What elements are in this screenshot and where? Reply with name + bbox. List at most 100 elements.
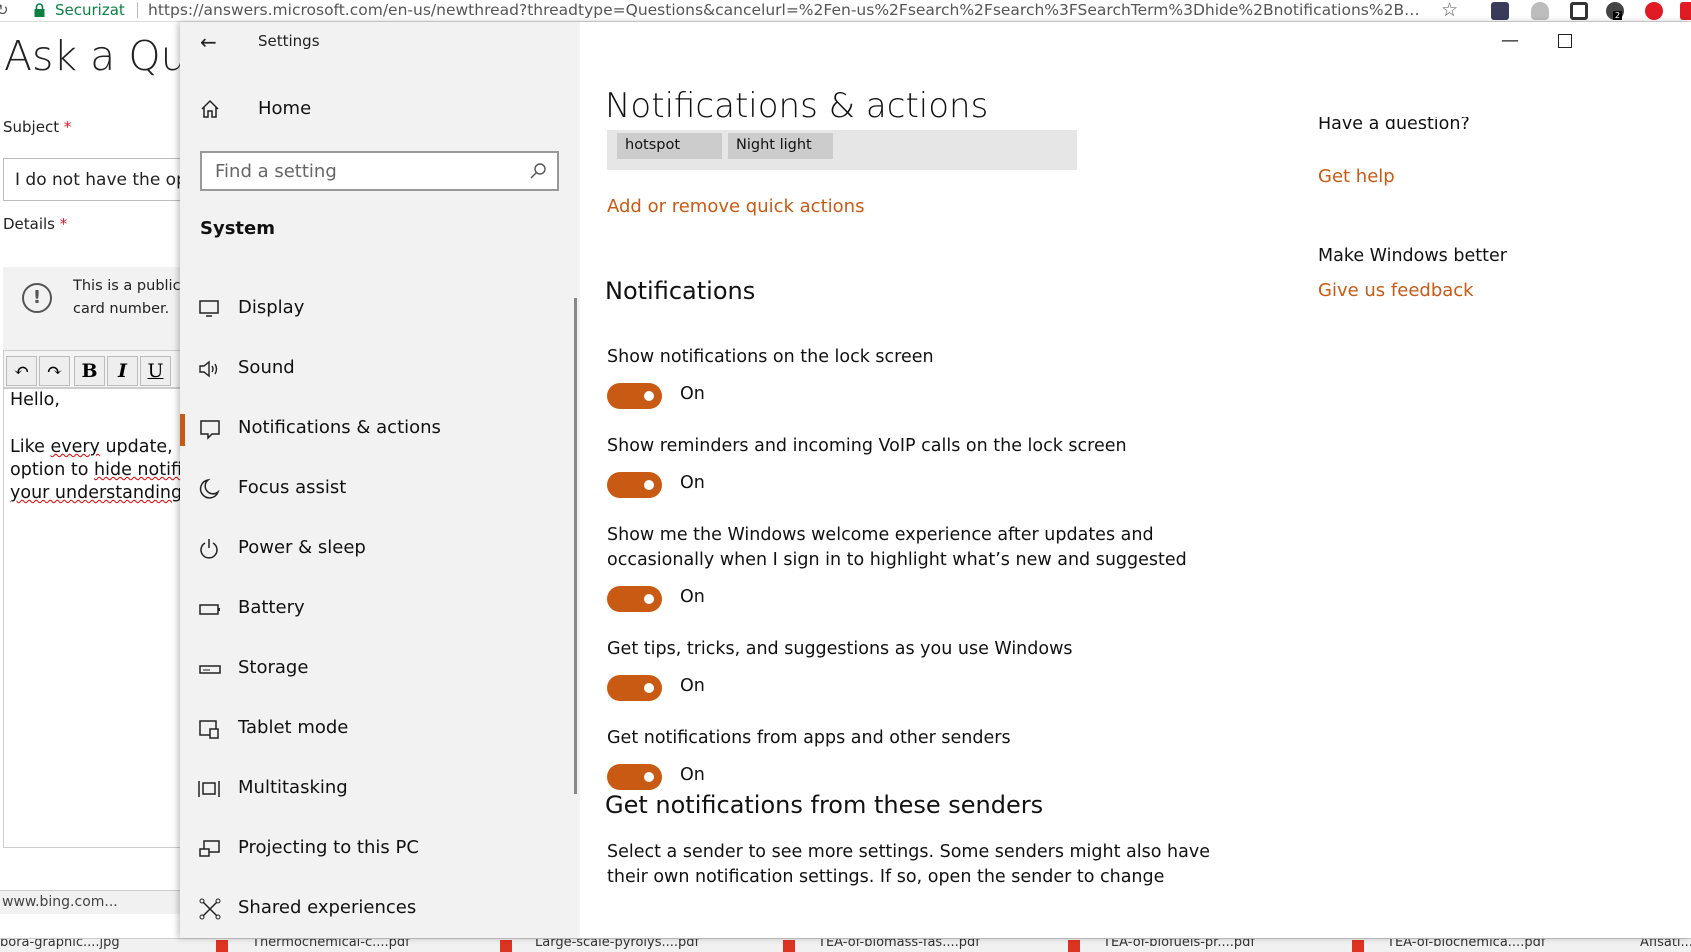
toggle-label: Show me the Windows welcome experience a… — [607, 525, 1154, 545]
nav-item-storage[interactable]: Storage — [180, 644, 580, 694]
home-label: Home — [258, 98, 312, 119]
nav-scrollbar[interactable] — [574, 298, 577, 794]
senders-description-line: Select a sender to see more settings. So… — [607, 842, 1210, 862]
nav-item-label: Tablet mode — [238, 717, 349, 738]
nav-item-power-sleep[interactable]: Power & sleep — [180, 524, 580, 574]
give-feedback-link[interactable]: Give us feedback — [1318, 280, 1474, 301]
find-setting-input[interactable]: Find a setting — [200, 151, 559, 191]
secure-label: Securizat — [55, 1, 125, 19]
toggle-state: On — [680, 587, 705, 607]
toggle-knob — [644, 772, 654, 782]
nav-item-display[interactable]: Display — [180, 284, 580, 334]
window-extension-icon[interactable] — [1570, 2, 1588, 20]
notifications-header: Notifications — [605, 277, 756, 305]
info-text-line2: card number. — [73, 301, 170, 317]
speaker-icon — [199, 360, 218, 378]
have-question-heading: Have a question? — [1318, 117, 1470, 129]
nav-item-shared-experiences[interactable]: Shared experiences — [180, 884, 580, 934]
nav-item-label: Sound — [238, 357, 295, 378]
download-item[interactable]: TEA-of-biochemica....pdf — [1387, 939, 1545, 950]
nav-item-notifications-actions[interactable]: Notifications & actions — [180, 404, 580, 454]
undo-button[interactable]: ↶ — [6, 356, 37, 386]
quick-action-tile[interactable]: hotspot — [617, 133, 722, 159]
get-help-link[interactable]: Get help — [1318, 166, 1395, 187]
reload-icon[interactable]: ↻ — [0, 1, 9, 19]
back-arrow-icon[interactable]: ← — [200, 30, 217, 54]
italic-button[interactable]: I — [107, 356, 138, 386]
toggle-label: Show reminders and incoming VoIP calls o… — [607, 436, 1127, 456]
settings-window: ← Settings Home Find a setting System Di… — [180, 22, 1691, 938]
pdf-icon — [216, 940, 228, 952]
address-separator — [137, 2, 138, 18]
window-title: Settings — [258, 32, 320, 50]
nav-item-label: Projecting to this PC — [238, 837, 419, 858]
nav-item-projecting[interactable]: Projecting to this PC — [180, 824, 580, 874]
settings-nav-pane: ← Settings Home Find a setting System Di… — [180, 22, 580, 938]
underline-button[interactable]: U — [140, 356, 171, 386]
browser-address-bar: ↻ Securizat https://answers.microsoft.co… — [0, 0, 1691, 22]
toggle-label: Get notifications from apps and other se… — [607, 728, 1011, 748]
details-label: Details * — [3, 215, 67, 233]
lock-screen-notifications-toggle[interactable] — [607, 383, 662, 409]
nav-home[interactable]: Home — [198, 92, 558, 128]
url-text[interactable]: https://answers.microsoft.com/en-us/newt… — [148, 1, 1430, 19]
redo-button[interactable]: ↷ — [39, 356, 70, 386]
download-item[interactable]: TEA-of-biofuels-pr....pdf — [1103, 939, 1255, 950]
drive-extension-icon[interactable] — [1531, 2, 1549, 20]
nav-item-label: Notifications & actions — [238, 417, 441, 438]
app-notifications-toggle[interactable] — [607, 764, 662, 790]
editor-text: option to — [10, 460, 95, 480]
download-item[interactable]: Thermochemical-c....pdf — [252, 939, 410, 950]
moon-icon — [199, 478, 220, 499]
nav-item-label: Focus assist — [238, 477, 347, 498]
storage-icon — [199, 665, 221, 674]
senders-description: Select a sender to see more settings. So… — [607, 840, 1210, 890]
details-label-text: Details — [3, 215, 56, 233]
eye-extension-icon[interactable]: 2 — [1606, 2, 1624, 20]
misspelled-word: hide notifi — [94, 460, 182, 480]
nav-item-battery[interactable]: Battery — [180, 584, 580, 634]
info-text-line1: This is a public — [73, 278, 181, 294]
download-item[interactable]: Large-scale-pyrolys....pdf — [535, 939, 699, 950]
opera-extension-icon[interactable] — [1645, 2, 1663, 20]
add-remove-quick-actions-link[interactable]: Add or remove quick actions — [607, 196, 864, 217]
tips-tricks-toggle[interactable] — [607, 675, 662, 701]
power-icon — [200, 539, 218, 559]
misspelled-word: your understanding — [10, 483, 183, 503]
nav-item-multitasking[interactable]: Multitasking — [180, 764, 580, 814]
battery-icon — [199, 604, 220, 615]
shared-experiences-icon — [199, 898, 221, 920]
editor-line: Hello, — [10, 390, 60, 410]
editor-line: Like every update, I c — [10, 437, 199, 457]
nav-item-label: Multitasking — [238, 777, 348, 798]
download-bar: bora-graphic....jpg Thermochemical-c....… — [0, 938, 1691, 952]
editor-line: your understanding. — [10, 483, 188, 503]
details-editor[interactable] — [3, 388, 193, 848]
nav-item-tablet-mode[interactable]: Tablet mode — [180, 704, 580, 754]
nav-item-focus-assist[interactable]: Focus assist — [180, 464, 580, 514]
toggle-label: occasionally when I sign in to highlight… — [607, 550, 1187, 570]
pocket-extension-icon[interactable] — [1680, 2, 1691, 20]
maximize-button[interactable] — [1558, 34, 1572, 48]
extension-menu-icon[interactable] — [1491, 2, 1509, 20]
nav-item-sound[interactable]: Sound — [180, 344, 580, 394]
bookmark-star-icon[interactable]: ☆ — [1441, 0, 1458, 21]
notification-icon — [200, 420, 220, 440]
quick-action-tile[interactable]: Night light — [728, 133, 833, 159]
bold-button[interactable]: B — [74, 356, 105, 386]
projecting-icon — [199, 840, 220, 857]
monitor-icon — [199, 300, 219, 317]
nav-item-label: Power & sleep — [238, 537, 366, 558]
minimize-button[interactable]: — — [1501, 30, 1519, 51]
download-item[interactable]: TEA-of-biomass-fas....pdf — [818, 939, 980, 950]
toggle-knob — [644, 391, 654, 401]
welcome-experience-toggle[interactable] — [607, 586, 662, 612]
info-icon: ! — [22, 283, 52, 313]
required-marker: * — [59, 215, 68, 233]
download-item[interactable]: bora-graphic....jpg — [0, 939, 120, 950]
show-all-downloads[interactable]: Afisati... — [1640, 939, 1691, 950]
pdf-icon — [1352, 940, 1364, 952]
webpage-background: Ask a Que Subject * I do not have the op… — [0, 22, 212, 917]
pdf-icon — [500, 940, 512, 952]
reminders-voip-toggle[interactable] — [607, 472, 662, 498]
